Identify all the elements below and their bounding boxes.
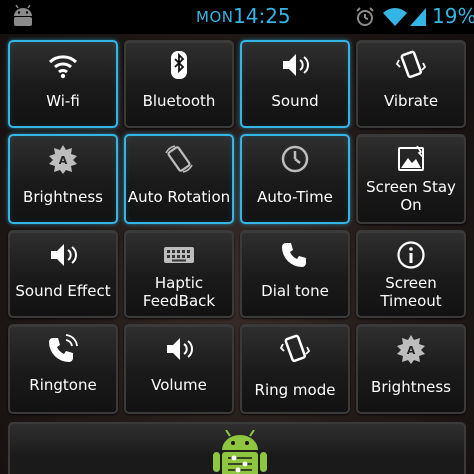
tile-label: Auto Rotation [127, 188, 231, 206]
status-bar: MON 14:25 19% [0, 0, 474, 34]
tile-brightness-2[interactable]: A Brightness [356, 324, 466, 414]
tile-brightness[interactable]: A Brightness [8, 134, 118, 224]
android-icon [14, 5, 32, 26]
status-time: 14:25 [233, 4, 291, 28]
signal-icon [410, 8, 426, 26]
svg-text:A: A [59, 154, 68, 167]
tile-sound[interactable]: Sound [240, 40, 350, 128]
screen-stay-on-icon [398, 145, 424, 171]
tile-auto-time[interactable]: Auto-Time [240, 134, 350, 224]
tile-auto-rotation[interactable]: Auto Rotation [124, 134, 234, 224]
tile-label: Wi-fi [46, 92, 80, 110]
quick-settings-screen: MON 14:25 19% Wi-fi Bluetooth Sound Vibr… [0, 0, 474, 474]
tile-label-line1: Screen [385, 274, 437, 292]
battery-percent: 19% [432, 4, 474, 28]
vibrate-icon [279, 334, 311, 363]
tile-haptic-feedback[interactable]: Haptic FeedBack [124, 230, 234, 318]
tile-bluetooth[interactable]: Bluetooth [124, 40, 234, 128]
tile-dial-tone[interactable]: Dial tone [240, 230, 350, 318]
tile-wifi[interactable]: Wi-fi [8, 40, 118, 128]
wifi-icon [383, 8, 407, 26]
tile-sound-effect[interactable]: Sound Effect [8, 230, 118, 318]
rotate-icon [165, 145, 193, 173]
wifi-icon [48, 55, 78, 79]
tile-label: Sound Effect [15, 282, 111, 300]
info-icon [397, 241, 425, 269]
tile-screen-timeout[interactable]: Screen Timeout [356, 230, 466, 318]
tile-label-line2: FeedBack [142, 292, 216, 310]
speaker-icon [283, 54, 309, 76]
speaker-icon [167, 338, 193, 360]
svg-text:A: A [407, 344, 416, 357]
tile-label-line2: Timeout [380, 292, 442, 310]
settings-panel[interactable] [8, 422, 466, 474]
speaker-icon [51, 244, 77, 266]
tile-label: Sound [271, 92, 319, 110]
tile-label: Volume [151, 376, 207, 394]
tile-label: Vibrate [383, 92, 439, 110]
tile-label-line1: Screen Stay [366, 178, 456, 196]
clock-icon [281, 145, 309, 173]
tile-label: Ringtone [29, 376, 97, 394]
tile-ring-mode[interactable]: Ring mode [240, 324, 350, 414]
tile-label-line2: On [400, 196, 422, 214]
status-day: MON [196, 8, 234, 26]
phone-icon [282, 243, 306, 267]
keyboard-icon [164, 247, 194, 263]
tile-label: Brightness [371, 378, 451, 396]
brightness-icon: A [397, 335, 425, 364]
android-settings-icon [213, 430, 267, 474]
tile-screen-stay-on[interactable]: Screen Stay On [356, 134, 466, 224]
tile-label: Bluetooth [142, 92, 216, 110]
tile-vibrate[interactable]: Vibrate [356, 40, 466, 128]
tile-label-line1: Haptic [154, 274, 204, 292]
tile-label: Auto-Time [257, 188, 333, 206]
tile-label: Dial tone [261, 282, 329, 300]
tile-volume[interactable]: Volume [124, 324, 234, 414]
tile-ringtone[interactable]: Ringtone [8, 324, 118, 414]
brightness-icon: A [49, 145, 77, 174]
tile-label: Brightness [23, 188, 103, 206]
tile-label: Ring mode [254, 381, 336, 399]
vibrate-icon [395, 50, 427, 79]
bluetooth-icon [171, 51, 187, 79]
phone-ring-icon [49, 334, 78, 362]
alarm-icon [356, 7, 374, 26]
